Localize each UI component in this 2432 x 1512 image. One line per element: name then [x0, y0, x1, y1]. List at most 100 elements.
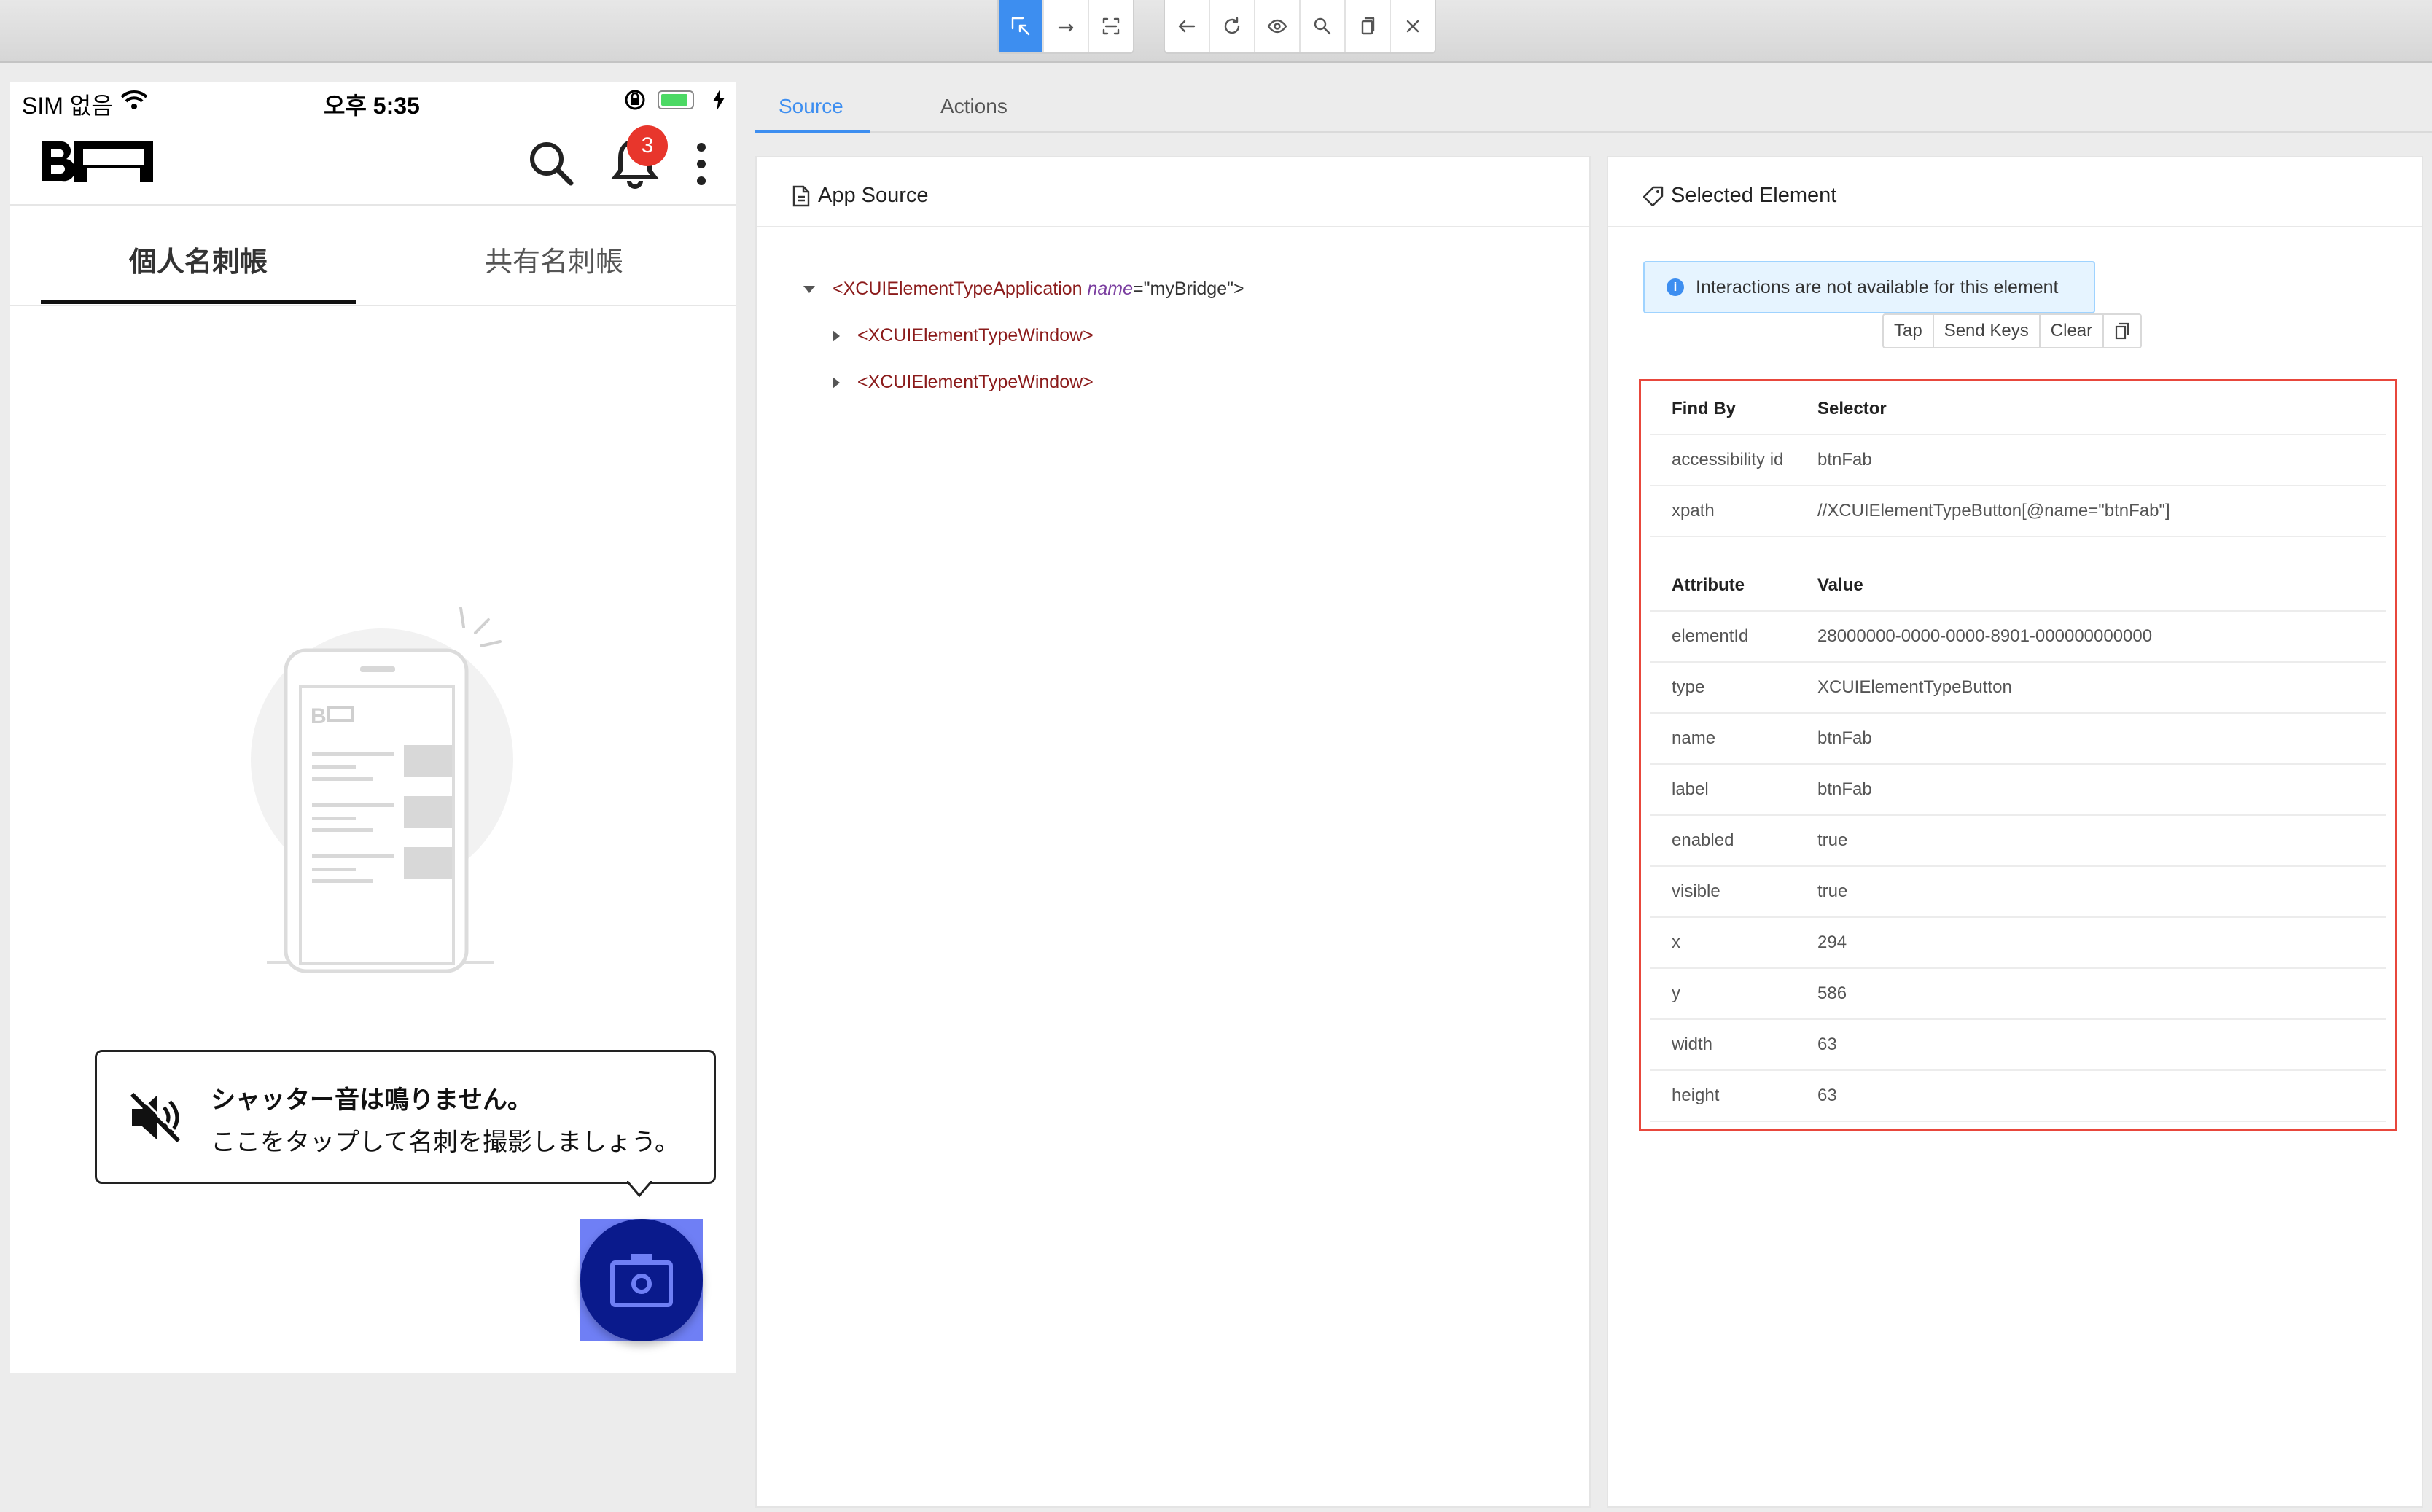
- tab-bar-divider: [870, 131, 2432, 133]
- selectors-header-row: Find By Selector: [1650, 384, 2386, 435]
- attribute-name: width: [1650, 1019, 1817, 1071]
- top-toolbar: [0, 0, 2432, 63]
- swipe-icon[interactable]: [1044, 0, 1089, 52]
- attribute-row: type XCUIElementTypeButton: [1650, 662, 2386, 714]
- selected-element-header: Selected Element: [1643, 184, 1836, 208]
- tap-button[interactable]: Tap: [1884, 315, 1934, 347]
- attribute-name: visible: [1650, 866, 1817, 918]
- attribute-value: XCUIElementTypeButton: [1817, 662, 2386, 714]
- selectors-table: Find By Selector accessibility id btnFab…: [1650, 384, 2386, 537]
- attribute-row: x 294: [1650, 917, 2386, 969]
- shutter-tooltip[interactable]: シャッター音は鳴りません。 ここをタップして名刺を撮影しましょう。: [95, 1050, 716, 1184]
- attribute-value: 63: [1817, 1070, 2386, 1122]
- attribute-row: height 63: [1650, 1070, 2386, 1122]
- attribute-name: enabled: [1650, 815, 1817, 867]
- select-icon[interactable]: [999, 0, 1044, 52]
- mode-button-group: [997, 0, 1134, 54]
- interactions-notice-text: Interactions are not available for this …: [1696, 276, 2059, 297]
- clear-button[interactable]: Clear: [2041, 315, 2105, 347]
- copy-icon[interactable]: [1346, 0, 1391, 52]
- attribute-header: Attribute: [1650, 561, 1817, 612]
- attribute-value: 28000000-0000-0000-8901-000000000000: [1817, 611, 2386, 663]
- attribute-name: height: [1650, 1070, 1817, 1122]
- tree-node-window[interactable]: <XCUIElementTypeWindow>: [833, 372, 1094, 393]
- tooltip-body: ここをタップして名刺を撮影しましょう。: [211, 1129, 679, 1156]
- selector-cell[interactable]: btnFab: [1817, 434, 2386, 486]
- attribute-name: elementId: [1650, 611, 1817, 663]
- caret-right-icon[interactable]: [833, 377, 840, 389]
- attribute-row: width 63: [1650, 1019, 2386, 1071]
- inspector-tab-bar: Source Actions: [755, 79, 2432, 133]
- tree-node-application[interactable]: <XCUIElementTypeApplication name="myBrid…: [803, 278, 1244, 300]
- caret-right-icon[interactable]: [833, 330, 840, 343]
- tap-coordinates-icon[interactable]: [1089, 0, 1133, 52]
- app-source-title: App Source: [818, 184, 929, 207]
- refresh-icon[interactable]: [1210, 0, 1255, 52]
- find-by-header: Find By: [1650, 384, 1817, 435]
- attribute-row: enabled true: [1650, 815, 2386, 867]
- attribute-name: y: [1650, 968, 1817, 1020]
- tab-source[interactable]: Source: [779, 95, 843, 118]
- navigation-button-group: [1164, 0, 1436, 54]
- tab-shared-cards[interactable]: 共有名刺帳: [397, 239, 712, 279]
- element-info-frame: Find By Selector accessibility id btnFab…: [1639, 379, 2397, 1131]
- camera-icon: [610, 1254, 673, 1307]
- attribute-value: 586: [1817, 968, 2386, 1020]
- send-keys-button[interactable]: Send Keys: [1934, 315, 2041, 347]
- info-icon: i: [1667, 278, 1684, 296]
- attribute-value: 63: [1817, 1019, 2386, 1071]
- caret-down-icon[interactable]: [803, 286, 815, 294]
- attribute-value: true: [1817, 815, 2386, 867]
- status-carrier: SIM 없음: [22, 93, 113, 119]
- svg-text:B: B: [311, 704, 327, 728]
- attributes-table: Attribute Value elementId 28000000-0000-0…: [1650, 561, 2386, 1122]
- more-menu-icon[interactable]: [694, 140, 709, 188]
- attribute-row: elementId 28000000-0000-0000-8901-0000000…: [1650, 611, 2386, 663]
- file-icon: [792, 185, 810, 206]
- wifi-icon: [120, 90, 148, 109]
- app-logo: [42, 141, 153, 182]
- attribute-value: btnFab: [1817, 713, 2386, 765]
- mute-speaker-icon: [130, 1090, 183, 1143]
- panel-divider: [1608, 226, 2422, 227]
- active-tab-indicator: [755, 130, 870, 133]
- tabs-divider: [10, 305, 736, 306]
- selected-element-panel: Selected Element i Interactions are not …: [1607, 156, 2423, 1508]
- tree-node-window[interactable]: <XCUIElementTypeWindow>: [833, 325, 1094, 346]
- selector-header: Selector: [1817, 384, 2386, 435]
- attribute-name: label: [1650, 764, 1817, 816]
- search-icon[interactable]: [525, 137, 576, 188]
- device-screen: SIM 없음 오후 5:35 3 個人名刺帳 共有名刺帳 B シャッター音は鳴り…: [10, 82, 736, 1373]
- battery-icon: [658, 90, 694, 109]
- attribute-name: type: [1650, 662, 1817, 714]
- attribute-value: 294: [1817, 917, 2386, 969]
- charging-icon: [713, 89, 725, 111]
- selector-row[interactable]: xpath //XCUIElementTypeButton[@name="btn…: [1650, 486, 2386, 537]
- tooltip-title: シャッター音は鳴りません。: [211, 1086, 532, 1114]
- header-divider: [10, 204, 736, 206]
- tab-actions[interactable]: Actions: [940, 95, 1008, 118]
- active-tab-indicator: [41, 300, 356, 304]
- search-icon[interactable]: [1301, 0, 1346, 52]
- attribute-row: visible true: [1650, 866, 2386, 918]
- close-icon[interactable]: [1391, 0, 1435, 52]
- rotation-lock-icon: [625, 90, 645, 110]
- attribute-name: x: [1650, 917, 1817, 969]
- selected-element-title: Selected Element: [1671, 184, 1837, 207]
- tag-icon: [1643, 186, 1664, 206]
- selector-row[interactable]: accessibility id btnFab: [1650, 434, 2386, 486]
- interactions-notice: i Interactions are not available for thi…: [1643, 261, 2095, 313]
- camera-fab-button[interactable]: [580, 1219, 703, 1341]
- panel-divider: [757, 226, 1589, 227]
- back-icon[interactable]: [1165, 0, 1210, 52]
- tab-personal-cards[interactable]: 個人名刺帳: [41, 239, 356, 279]
- find-by-cell: accessibility id: [1650, 434, 1817, 486]
- attribute-name: name: [1650, 713, 1817, 765]
- selector-cell[interactable]: //XCUIElementTypeButton[@name="btnFab"]: [1817, 486, 2386, 537]
- find-by-cell: xpath: [1650, 486, 1817, 537]
- element-actions-group: Tap Send Keys Clear: [1882, 313, 2143, 348]
- eye-icon[interactable]: [1255, 0, 1301, 52]
- copy-icon: [2116, 322, 2129, 340]
- copy-attributes-button[interactable]: [2104, 315, 2140, 347]
- value-header: Value: [1817, 561, 2386, 612]
